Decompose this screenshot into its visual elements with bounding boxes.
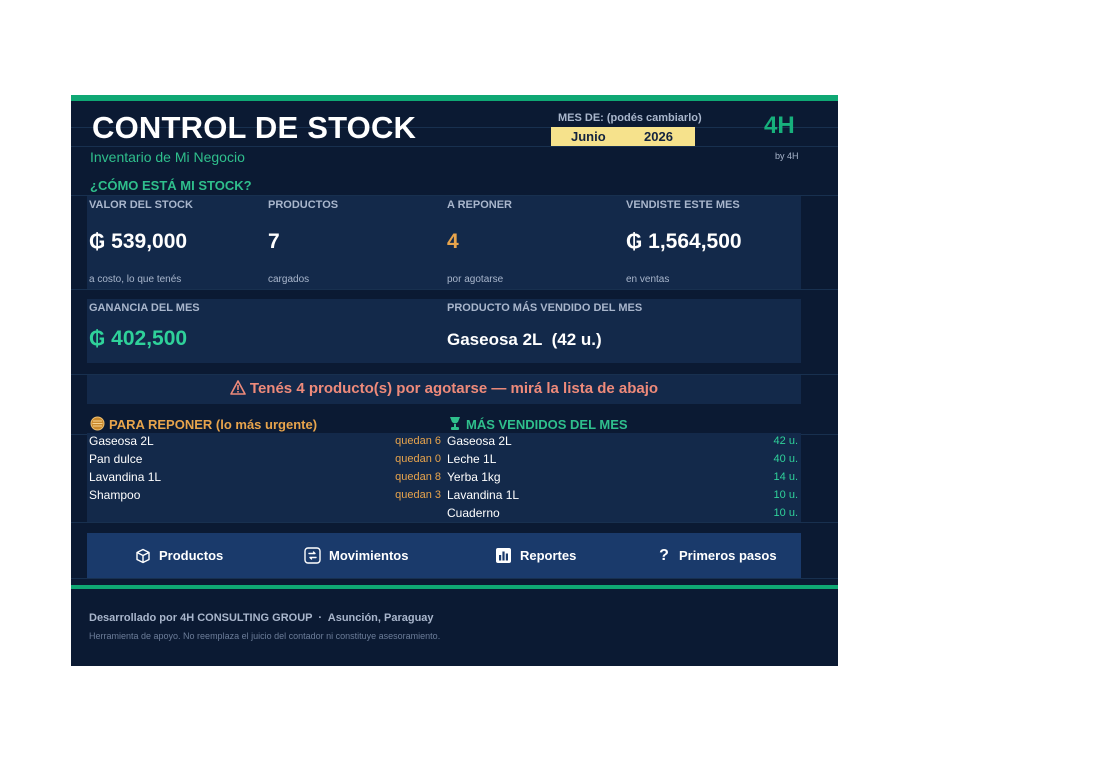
cube-icon (135, 548, 151, 564)
best-seller-row[interactable]: Leche 1L 40 u. (445, 451, 801, 469)
alert-text: Tenés 4 producto(s) por agotarse — mirá … (249, 380, 659, 397)
summary-panel: GANANCIA DEL MES ₲ 402,500 PRODUCTO MÁS … (87, 299, 801, 363)
best-sellers-title: MÁS VENDIDOS DEL MES (448, 416, 628, 434)
kpi-label: VALOR DEL STOCK (89, 199, 193, 211)
trophy-icon (448, 416, 462, 434)
best-seller-name: Leche 1L (447, 452, 497, 466)
restock-row[interactable]: Pan dulce quedan 0 (87, 451, 444, 469)
nav-reportes[interactable]: Reportes (495, 533, 576, 578)
nav-label: Movimientos (329, 548, 409, 563)
best-seller-qty: 42 u. (773, 435, 798, 447)
profit-value: ₲ 402,500 (89, 327, 188, 350)
restock-item-name: Gaseosa 2L (89, 434, 154, 448)
restock-row[interactable]: Gaseosa 2L quedan 6 (87, 433, 444, 451)
nav-label: Primeros pasos (679, 548, 777, 563)
top-product-label: PRODUCTO MÁS VENDIDO DEL MES (447, 302, 643, 314)
restock-item-name: Lavandina 1L (89, 470, 162, 484)
best-seller-qty: 10 u. (773, 489, 798, 501)
top-accent-bar (71, 95, 838, 101)
month-label: MES DE: (podés cambiarlo) (558, 112, 702, 124)
stock-lists: Gaseosa 2L quedan 6 Pan dulce quedan 0 L… (87, 433, 801, 522)
kpi-panel: VALOR DEL STOCK ₲ 539,000 a costo, lo qu… (87, 196, 801, 289)
best-sellers-title-text: MÁS VENDIDOS DEL MES (466, 417, 628, 432)
bar-chart-icon (495, 547, 512, 564)
best-seller-name: Yerba 1kg (447, 470, 501, 484)
kpi-label: A REPONER (447, 199, 512, 211)
footer-credit: Desarrollado por 4H CONSULTING GROUP · A… (89, 612, 434, 624)
restock-item-name: Pan dulce (89, 452, 143, 466)
restock-title: PARA REPONER (lo más urgente) (90, 416, 317, 434)
restock-title-text: PARA REPONER (lo más urgente) (109, 417, 318, 432)
best-seller-qty: 10 u. (773, 507, 798, 519)
question-icon: ? (659, 546, 669, 564)
kpi-value: 7 (268, 230, 280, 253)
restock-item-qty: quedan 3 (395, 489, 441, 501)
month-value: Junio (571, 129, 606, 144)
kpi-subtext: a costo, lo que tenés (89, 274, 182, 285)
nav-productos[interactable]: Productos (135, 533, 223, 578)
best-seller-row[interactable]: Gaseosa 2L 42 u. (445, 433, 801, 451)
kpi-subtext: en ventas (626, 274, 670, 285)
kpi-label: PRODUCTOS (268, 199, 339, 211)
footer-accent-bar (71, 585, 838, 589)
grid-line (71, 146, 838, 147)
nav-label: Reportes (520, 548, 577, 563)
kpi-label: VENDISTE ESTE MES (626, 199, 740, 211)
kpi-subtext: por agotarse (447, 274, 504, 285)
footer-disclaimer: Herramienta de apoyo. No reemplaza el ju… (89, 631, 441, 641)
grid-line (71, 289, 838, 290)
best-seller-name: Gaseosa 2L (447, 434, 512, 448)
dashboard-sheet: CONTROL DE STOCK Inventario de Mi Negoci… (71, 95, 838, 666)
best-seller-row[interactable]: Cuaderno 10 u. (445, 505, 801, 523)
low-stock-alert: Tenés 4 producto(s) por agotarse — mirá … (87, 375, 801, 404)
brand-byline: by 4H (775, 151, 799, 161)
grid-line (71, 578, 838, 579)
nav-movimientos[interactable]: Movimientos (304, 533, 408, 578)
restock-item-qty: quedan 0 (395, 453, 441, 465)
page-title: CONTROL DE STOCK (92, 110, 417, 145)
brand-logo: 4H (764, 112, 795, 139)
best-seller-qty: 40 u. (773, 453, 798, 465)
arrows-icon (304, 547, 321, 564)
restock-item-name: Shampoo (89, 488, 141, 502)
restock-item-qty: quedan 6 (395, 435, 441, 447)
best-seller-row[interactable]: Yerba 1kg 14 u. (445, 469, 801, 487)
month-selector[interactable]: Junio 2026 (551, 127, 695, 146)
best-seller-name: Lavandina 1L (447, 488, 520, 502)
restock-row[interactable]: Lavandina 1L quedan 8 (87, 469, 444, 487)
warning-icon (230, 380, 246, 399)
kpi-subtext: cargados (268, 274, 310, 285)
bottom-nav: Productos Movimientos Reportes ? Primero… (87, 533, 801, 578)
top-product-value: Gaseosa 2L (42 u.) (447, 330, 602, 349)
kpi-value: ₲ 1,564,500 (626, 230, 742, 253)
kpi-value: 4 (447, 230, 459, 253)
nav-label: Productos (159, 548, 224, 563)
restock-item-qty: quedan 8 (395, 471, 441, 483)
best-seller-row[interactable]: Lavandina 1L 10 u. (445, 487, 801, 505)
restock-row[interactable]: Shampoo quedan 3 (87, 487, 444, 505)
kpi-value: ₲ 539,000 (89, 230, 188, 253)
profit-label: GANANCIA DEL MES (89, 302, 200, 314)
best-seller-qty: 14 u. (773, 471, 798, 483)
page-subtitle: Inventario de Mi Negocio (90, 149, 245, 165)
orange-circle-icon (90, 416, 105, 434)
nav-primeros-pasos[interactable]: ? Primeros pasos (657, 533, 777, 578)
best-seller-name: Cuaderno (447, 506, 500, 520)
stock-section-title: ¿CÓMO ESTÁ MI STOCK? (90, 178, 252, 193)
year-value: 2026 (644, 129, 673, 144)
